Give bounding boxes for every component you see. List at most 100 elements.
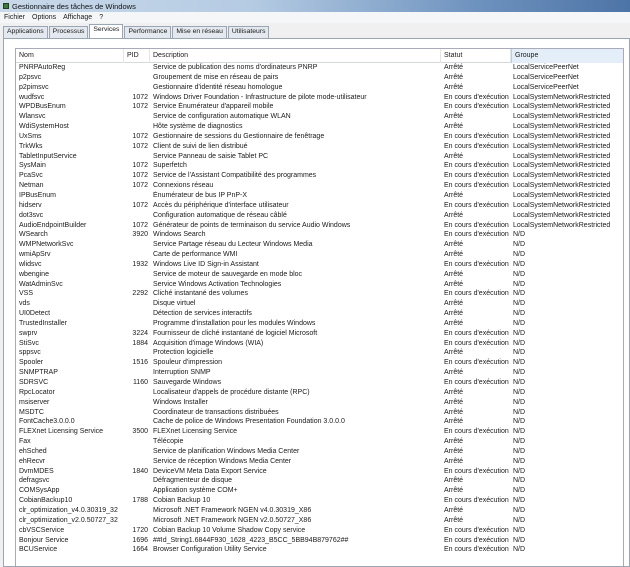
service-status: Arrêté <box>444 123 464 131</box>
table-row[interactable]: swprv 3224 Fournisseur de cliché instantan… <box>16 329 623 339</box>
table-row[interactable]: FontCache3.0.0.0 Cache de police de Windo… <box>16 417 623 427</box>
tab-services[interactable]: Services <box>89 24 124 38</box>
service-status: En cours d'exécution <box>444 103 509 111</box>
table-row[interactable]: vds Disque virtuel Arrêté N/D <box>16 299 623 309</box>
table-row[interactable]: UxSms 1072 Gestionnaire de sessions du Ges… <box>16 132 623 142</box>
table-row[interactable]: wmiApSrv Carte de performance WMI Arrêté N/… <box>16 250 623 260</box>
service-group: LocalSystemNetworkRestricted <box>513 191 611 199</box>
service-status: En cours d'exécution <box>444 497 509 505</box>
table-row[interactable]: Wlansvc Service de configuration automati… <box>16 112 623 122</box>
service-name: wlidsvc <box>19 260 42 268</box>
table-row[interactable]: p2psvc Groupement de mise en réseau de pa… <box>16 73 623 83</box>
table-row[interactable]: MSDTC Coordinateur de transactions distri… <box>16 408 623 418</box>
table-row[interactable]: IPBusEnum Énumérateur de bus IP PnP-X Arrê… <box>16 191 623 201</box>
table-row[interactable]: AudioEndpointBuilder 1072 Générateur de po… <box>16 221 623 231</box>
table-header: Nom PID Description Statut Groupe <box>16 49 623 63</box>
table-row[interactable]: SDRSVC 1160 Sauvegarde Windows En cours d'e… <box>16 378 623 388</box>
tab-applications[interactable]: Applications <box>3 26 48 38</box>
service-name: msiserver <box>19 398 50 406</box>
service-group: LocalSystemNetworkRestricted <box>513 93 611 101</box>
service-group: LocalSystemNetworkRestricted <box>513 103 611 111</box>
table-row[interactable]: WSearch 3920 Windows Search En cours d'exéc… <box>16 230 623 240</box>
table-row[interactable]: defragsvc Défragmenteur de disque Arrêté N/… <box>16 476 623 486</box>
service-status: Arrêté <box>444 152 464 160</box>
tab-mise-en-reseau[interactable]: Mise en réseau <box>172 26 227 38</box>
table-row[interactable]: RpcLocator Localisateur d'appels de procé… <box>16 388 623 398</box>
table-row[interactable]: DvmMDES 1840 DeviceVM Meta Data Export Ser… <box>16 467 623 477</box>
table-row[interactable]: FLEXnet Licensing Service 3500 FLEXnet Lic… <box>16 427 623 437</box>
service-pid: 3920 <box>132 231 148 239</box>
table-row[interactable]: Spooler 1516 Spouleur d'impression En cours… <box>16 358 623 368</box>
service-status: En cours d'exécution <box>444 339 509 347</box>
table-row[interactable]: dot3svc Configuration automatique de rése… <box>16 211 623 221</box>
table-row[interactable]: wudfsvc 1072 Windows Driver Foundation - I… <box>16 93 623 103</box>
table-row[interactable]: msiserver Windows Installer Arrêté N/D <box>16 398 623 408</box>
service-description: Spouleur d'impression <box>153 359 223 367</box>
table-row[interactable]: VSS 2292 Cliché instantané des volumes En c… <box>16 289 623 299</box>
table-row[interactable]: WPDBusEnum 1072 Service Énumérateur d'appa… <box>16 102 623 112</box>
service-group: LocalSystemNetworkRestricted <box>513 132 611 140</box>
service-name: Fax <box>19 438 31 446</box>
tab-processus[interactable]: Processus <box>48 26 89 38</box>
service-description: Microsoft .NET Framework NGEN v4.0.30319… <box>153 506 312 514</box>
service-description: Accès du périphérique d'interface utilis… <box>153 201 289 209</box>
column-header-pid[interactable]: PID <box>124 49 150 63</box>
column-header-nom[interactable]: Nom <box>16 49 124 63</box>
service-group: N/D <box>513 310 526 318</box>
service-group: N/D <box>513 487 526 495</box>
table-row[interactable]: SysMain 1072 Superfetch En cours d'exécutio… <box>16 161 623 171</box>
service-group: N/D <box>513 300 526 308</box>
table-row[interactable]: BCUService 1664 Browser Configuration Util… <box>16 545 623 555</box>
table-row[interactable]: COMSysApp Application système COM+ Arrêté N… <box>16 486 623 496</box>
service-pid: 1072 <box>132 103 148 111</box>
service-status: En cours d'exécution <box>444 526 509 534</box>
table-row[interactable]: WdiSystemHost Hôte système de diagnostics… <box>16 122 623 132</box>
menu-fichier[interactable]: Fichier <box>4 14 25 21</box>
service-status: Arrêté <box>444 516 464 524</box>
service-pid: 1788 <box>132 497 148 505</box>
service-status: Arrêté <box>444 408 464 416</box>
table-row[interactable]: PNRPAutoReg Service de publication des no… <box>16 63 623 73</box>
service-status: En cours d'exécution <box>444 467 509 475</box>
column-header-groupe[interactable]: Groupe <box>511 49 623 63</box>
service-name: SysMain <box>19 162 46 170</box>
table-row[interactable]: clr_optimization_v2.0.50727_32 Microsoft … <box>16 516 623 526</box>
service-name: PNRPAutoReg <box>19 64 66 71</box>
service-group: N/D <box>513 506 526 514</box>
table-row[interactable]: SNMPTRAP Interruption SNMP Arrêté N/D <box>16 368 623 378</box>
service-name: sppsvc <box>19 349 41 357</box>
menu-affichage[interactable]: Affichage <box>63 14 92 21</box>
table-row[interactable]: UI0Detect Détection de services interacti… <box>16 309 623 319</box>
table-row[interactable]: p2pimsvc Gestionnaire d'identité réseau h… <box>16 83 623 93</box>
table-row[interactable]: cbVSCService 1720 Cobian Backup 10 Volume … <box>16 526 623 536</box>
table-row[interactable]: wlidsvc 1932 Windows Live ID Sign-in Assis… <box>16 260 623 270</box>
menu-options[interactable]: Options <box>32 14 56 21</box>
table-row[interactable]: TrkWks 1072 Client de suivi de lien distri… <box>16 142 623 152</box>
service-name: CobianBackup10 <box>19 497 73 505</box>
tab-performance[interactable]: Performance <box>124 26 172 38</box>
table-row[interactable]: clr_optimization_v4.0.30319_32 Microsoft … <box>16 506 623 516</box>
table-row[interactable]: WatAdminSvc Service Windows Activation Te… <box>16 280 623 290</box>
column-header-description[interactable]: Description <box>150 49 441 63</box>
table-row[interactable]: ehRecvr Service de réception Windows Medi… <box>16 457 623 467</box>
table-row[interactable]: ehSched Service de planification Windows … <box>16 447 623 457</box>
table-row[interactable]: WMPNetworkSvc Service Partage réseau du L… <box>16 240 623 250</box>
table-row[interactable]: CobianBackup10 1788 Cobian Backup 10 En cou… <box>16 496 623 506</box>
table-row[interactable]: StiSvc 1884 Acquisition d'image Windows (W… <box>16 339 623 349</box>
table-row[interactable]: TabletInputService Service Panneau de sai… <box>16 152 623 162</box>
service-description: Gestionnaire d'identité réseau homologue <box>153 83 283 91</box>
table-row[interactable]: TrustedInstaller Programme d'installation… <box>16 319 623 329</box>
menu-help[interactable]: ? <box>99 14 103 21</box>
table-row[interactable]: wbengine Service de moteur de sauvegarde … <box>16 270 623 280</box>
tab-utilisateurs[interactable]: Utilisateurs <box>227 26 270 38</box>
service-description: Sauvegarde Windows <box>153 379 222 386</box>
table-row[interactable]: sppsvc Protection logicielle Arrêté N/D <box>16 348 623 358</box>
table-row[interactable]: hidserv 1072 Accès du périphérique d'inter… <box>16 201 623 211</box>
column-header-statut[interactable]: Statut <box>441 49 511 63</box>
service-group: N/D <box>513 231 526 239</box>
table-row[interactable]: Fax Télécopie Arrêté N/D <box>16 437 623 447</box>
table-row[interactable]: Netman 1072 Connexions réseau En cours d'ex… <box>16 181 623 191</box>
table-row[interactable]: PcaSvc 1072 Service de l'Assistant Compati… <box>16 171 623 181</box>
table-row[interactable]: Bonjour Service 1696 ##Id_String1.6844F930… <box>16 536 623 546</box>
service-status: En cours d'exécution <box>444 142 509 150</box>
